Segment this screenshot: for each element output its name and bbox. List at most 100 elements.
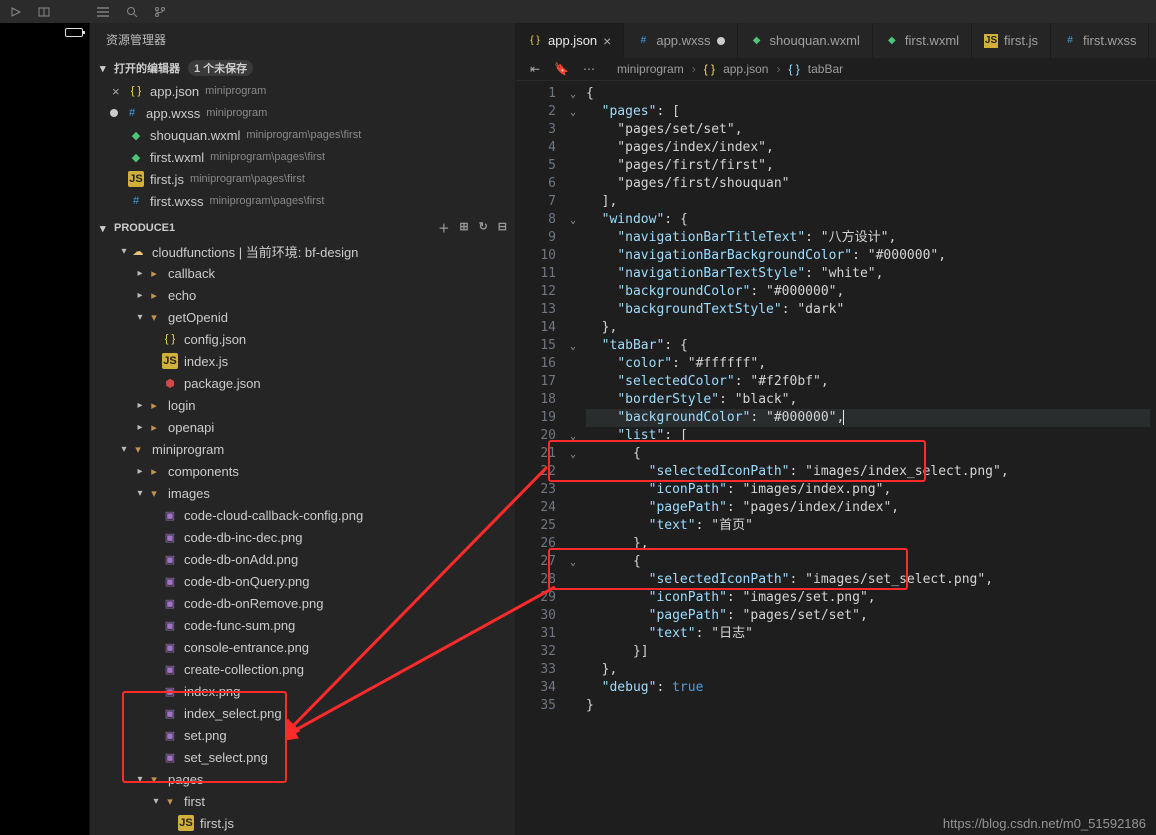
crumb-nav-icon[interactable]: ⇤	[530, 62, 540, 76]
code-line[interactable]: "navigationBarBackgroundColor": "#000000…	[586, 247, 1156, 265]
open-editors-header[interactable]: ▾ 打开的编辑器 1 个未保存	[90, 56, 515, 80]
tree-file[interactable]: ▣code-db-onAdd.png	[90, 548, 515, 570]
code-line[interactable]: },	[586, 319, 1156, 337]
code-line[interactable]: "iconPath": "images/set.png",	[586, 589, 1156, 607]
tree-file[interactable]: ▣create-collection.png	[90, 658, 515, 680]
tree-file[interactable]: ▣console-entrance.png	[90, 636, 515, 658]
tree-folder[interactable]: ▸▸openapi	[90, 416, 515, 438]
tree-file[interactable]: JSindex.js	[90, 350, 515, 372]
bookmark-icon[interactable]: 🔖	[554, 62, 569, 76]
chevron-icon[interactable]: ▾	[134, 774, 146, 785]
refresh-icon[interactable]: ↻	[479, 220, 488, 236]
branch-icon[interactable]	[154, 6, 166, 18]
code-line[interactable]: "iconPath": "images/index.png",	[586, 481, 1156, 499]
code-content[interactable]: { "pages": [ "pages/set/set", "pages/ind…	[580, 81, 1156, 835]
tree-folder[interactable]: ▾▾pages	[90, 768, 515, 790]
code-line[interactable]: "backgroundColor": "#000000",	[586, 283, 1156, 301]
tree-file[interactable]: ▣code-db-onQuery.png	[90, 570, 515, 592]
tree-folder[interactable]: ▸▸callback	[90, 262, 515, 284]
tree-folder[interactable]: ▾▾getOpenid	[90, 306, 515, 328]
project-header[interactable]: ▾ PRODUCE1 ＋ ⊞ ↻ ⊟	[90, 216, 515, 240]
code-line[interactable]: "tabBar": {	[586, 337, 1156, 355]
crumb-file[interactable]: app.json	[723, 62, 768, 76]
chevron-icon[interactable]: ▾	[134, 312, 146, 323]
plus-icon[interactable]: ＋	[438, 220, 449, 236]
code-line[interactable]: "borderStyle": "black",	[586, 391, 1156, 409]
editor-tab[interactable]: ◆first.wxml	[873, 23, 972, 58]
tree-file[interactable]: JSfirst.js	[90, 812, 515, 834]
tree-file[interactable]: ▣code-db-inc-dec.png	[90, 526, 515, 548]
close-icon[interactable]: ×	[603, 35, 611, 47]
tree-file[interactable]: ▣code-func-sum.png	[90, 614, 515, 636]
code-line[interactable]: },	[586, 661, 1156, 679]
tree-folder[interactable]: ▾☁cloudfunctions | 当前环境: bf-design	[90, 240, 515, 262]
open-file[interactable]: #app.wxssminiprogram	[90, 102, 515, 124]
collapse-icon[interactable]: ⊟	[498, 220, 507, 236]
code-line[interactable]: "pages/set/set",	[586, 121, 1156, 139]
chevron-icon[interactable]: ▸	[134, 290, 146, 301]
tree-folder[interactable]: ▾▾miniprogram	[90, 438, 515, 460]
tree-file[interactable]: { }config.json	[90, 328, 515, 350]
code-line[interactable]: "color": "#ffffff",	[586, 355, 1156, 373]
editor-tab[interactable]: JSfirst.js	[972, 23, 1051, 58]
open-file[interactable]: ×{ }app.jsonminiprogram	[90, 80, 515, 102]
code-line[interactable]: "selectedColor": "#f2f0bf",	[586, 373, 1156, 391]
code-line[interactable]: ],	[586, 193, 1156, 211]
chevron-icon[interactable]: ▸	[134, 422, 146, 433]
code-line[interactable]: "list": [	[586, 427, 1156, 445]
code-line[interactable]: }]	[586, 643, 1156, 661]
tree-folder[interactable]: ▾▾images	[90, 482, 515, 504]
editor-tab[interactable]: #first.wxss	[1051, 23, 1149, 58]
list-icon[interactable]	[96, 6, 110, 18]
tree-file[interactable]: ⬢package.json	[90, 372, 515, 394]
open-file[interactable]: ◆first.wxmlminiprogram\pages\first	[90, 146, 515, 168]
code-line[interactable]: "navigationBarTitleText": "八方设计",	[586, 229, 1156, 247]
tree-file[interactable]: ▣set.png	[90, 724, 515, 746]
code-line[interactable]: "pages": [	[586, 103, 1156, 121]
code-line[interactable]: },	[586, 535, 1156, 553]
chevron-icon[interactable]: ▸	[134, 466, 146, 477]
chevron-icon[interactable]: ▸	[134, 268, 146, 279]
editor-tab[interactable]: #app.wxss	[624, 23, 737, 58]
code-line[interactable]: "navigationBarTextStyle": "white",	[586, 265, 1156, 283]
code-line[interactable]: "pagePath": "pages/set/set",	[586, 607, 1156, 625]
code-line[interactable]: "pagePath": "pages/index/index",	[586, 499, 1156, 517]
code-line[interactable]: {	[586, 553, 1156, 571]
tree-folder[interactable]: ▾▾first	[90, 790, 515, 812]
editor-tab[interactable]: ◆shouquan.wxml	[738, 23, 873, 58]
tree-file[interactable]: ▣code-cloud-callback-config.png	[90, 504, 515, 526]
search-icon[interactable]	[126, 6, 138, 18]
tree-file[interactable]: ▣code-db-onRemove.png	[90, 592, 515, 614]
code-line[interactable]: {	[586, 445, 1156, 463]
code-line[interactable]: "pages/index/index",	[586, 139, 1156, 157]
code-line[interactable]: "backgroundColor": "#000000",	[586, 409, 1156, 427]
breadcrumb[interactable]: ⇤ 🔖 ⋯ miniprogram › { } app.json › { } t…	[516, 58, 1156, 81]
tree-file[interactable]: ▣index.png	[90, 680, 515, 702]
fold-gutter[interactable]: ⌄⌄⌄⌄⌄⌄⌄	[566, 81, 580, 835]
new-folder-icon[interactable]: ⊞	[459, 220, 468, 236]
editor-tab[interactable]: { }app.json×	[516, 23, 624, 58]
tree-file[interactable]: ▣index_select.png	[90, 702, 515, 724]
open-file[interactable]: #first.wxssminiprogram\pages\first	[90, 190, 515, 212]
code-line[interactable]: }	[586, 697, 1156, 715]
close-icon[interactable]: ×	[112, 84, 124, 99]
window-icon[interactable]	[38, 6, 50, 18]
code-line[interactable]: "window": {	[586, 211, 1156, 229]
code-line[interactable]: "selectedIconPath": "images/index_select…	[586, 463, 1156, 481]
chevron-icon[interactable]: ▾	[118, 246, 130, 257]
code-editor[interactable]: 1234567891011121314151617181920212223242…	[516, 81, 1156, 835]
crumb-folder[interactable]: miniprogram	[617, 62, 684, 76]
chevron-icon[interactable]: ▾	[150, 796, 162, 807]
tree-file[interactable]: ▣set_select.png	[90, 746, 515, 768]
chevron-icon[interactable]: ▸	[134, 400, 146, 411]
crumb-symbol[interactable]: tabBar	[808, 62, 843, 76]
code-line[interactable]: "pages/first/shouquan"	[586, 175, 1156, 193]
more-icon[interactable]: ⋯	[583, 62, 595, 76]
tree-folder[interactable]: ▸▸components	[90, 460, 515, 482]
open-file[interactable]: JSfirst.jsminiprogram\pages\first	[90, 168, 515, 190]
code-line[interactable]: "selectedIconPath": "images/set_select.p…	[586, 571, 1156, 589]
chevron-icon[interactable]: ▾	[118, 444, 130, 455]
code-line[interactable]: "text": "日志"	[586, 625, 1156, 643]
play-icon[interactable]	[10, 6, 22, 18]
tree-folder[interactable]: ▸▸echo	[90, 284, 515, 306]
